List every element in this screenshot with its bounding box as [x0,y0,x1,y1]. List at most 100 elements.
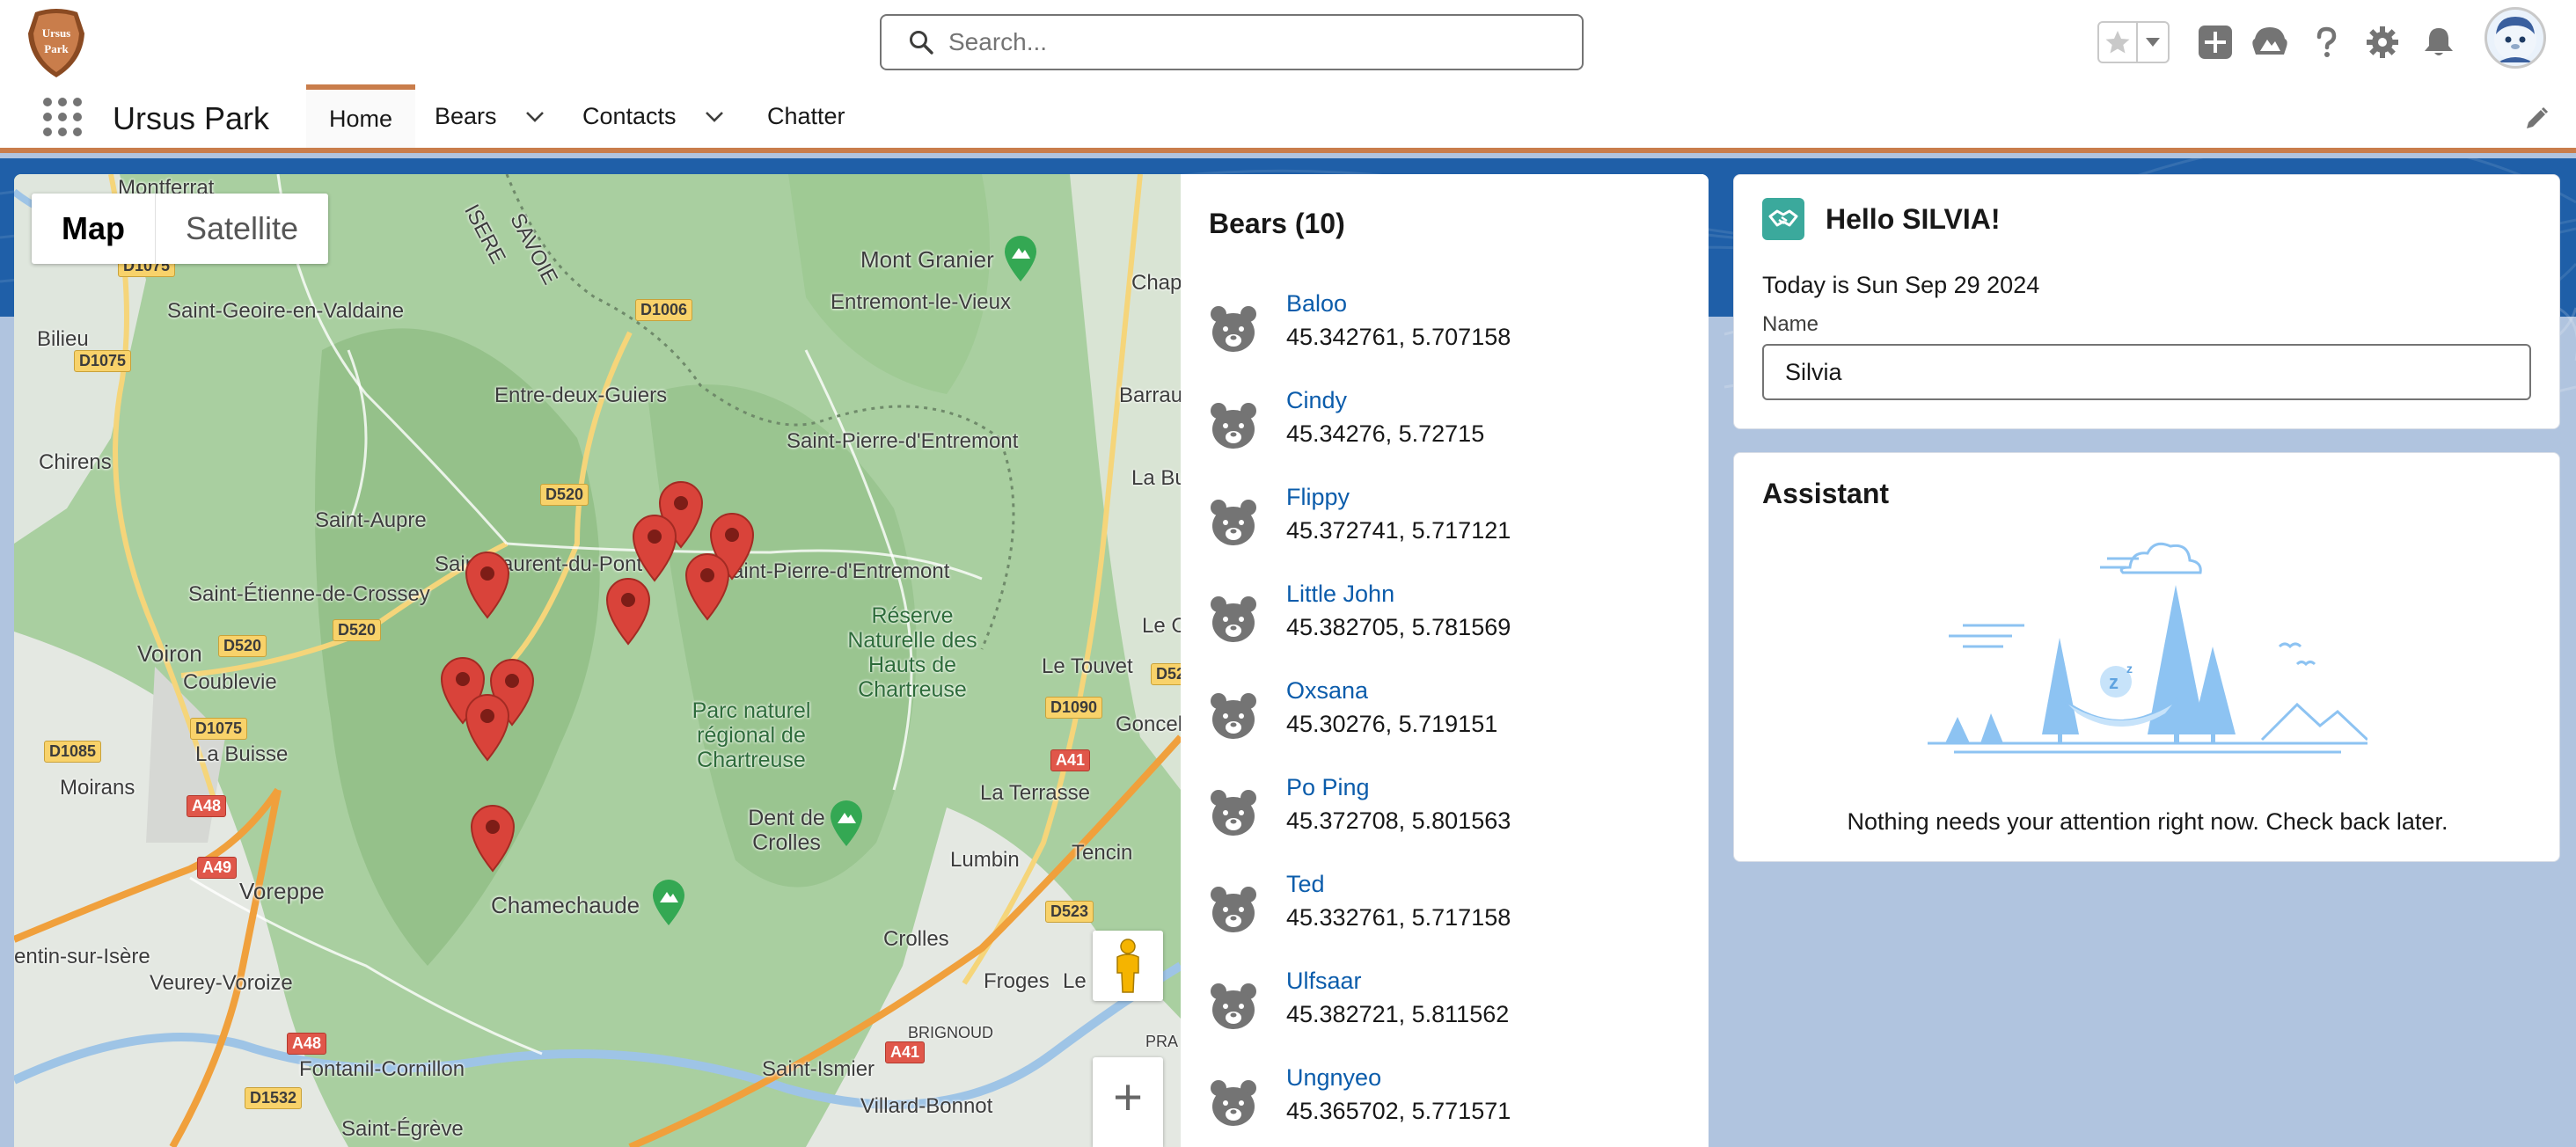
bear-map-marker[interactable] [630,514,679,582]
assistant-empty-message: Nothing needs your attention right now. … [1847,808,2448,835]
pegman-icon [1116,939,1139,993]
nav-tab-label: Bears [435,102,497,129]
map-label-reserve: Réserve Naturelle des Hauts de Chartreus… [847,603,977,702]
bear-icon [1211,1080,1256,1126]
bear-coordinates: 45.382705, 5.781569 [1286,614,1511,640]
map-label: Voiron [137,640,202,667]
bear-name-link[interactable]: Baloo [1286,290,1347,318]
gear-icon [2367,26,2398,58]
notifications-button[interactable] [2418,21,2460,63]
bear-map-marker[interactable] [604,577,653,646]
hello-card-icon [1762,198,1804,240]
bear-list: Bears (10) Baloo 45.342761, 5.707158 Cin… [1181,174,1709,1147]
bear-name-link[interactable]: Flippy [1286,484,1350,511]
bear-list-item: Ted 45.332761, 5.717158 [1181,866,1709,962]
global-search[interactable] [880,14,1584,70]
map-label: Entre-deux-Guiers [494,384,668,407]
bear-icon [1211,596,1256,642]
user-avatar[interactable] [2485,7,2546,69]
search-input[interactable] [948,28,1547,56]
bear-name-link[interactable]: Ulfsaar [1286,968,1362,995]
bear-map-marker[interactable] [468,804,517,873]
map-label-dent: Dent de Crolles [748,806,825,855]
street-view-pegman[interactable] [1093,931,1163,1001]
trailhead-icon [2252,27,2287,55]
road-badge: D1085 [44,741,102,763]
map-label: Crolles [883,927,949,951]
map-label: La Terrasse [980,781,1090,805]
zoom-in-button[interactable]: + [1093,1057,1163,1147]
setup-button[interactable] [2361,21,2404,63]
road-badge: D52 [1151,663,1181,685]
ursus-park-logo[interactable]: Ursus Park [26,7,86,79]
app-launcher-icon[interactable] [42,97,83,137]
bear-list-item: Flippy 45.372741, 5.717121 [1181,479,1709,575]
road-badge: D1075 [74,350,132,372]
handshake-icon [1768,209,1798,227]
favorites-menu-button[interactable] [2138,23,2168,62]
plus-icon [2199,26,2232,59]
map-label: Le Touvet [1042,654,1133,678]
nav-tab-chatter[interactable]: Chatter [767,84,845,148]
map-label: Froges [984,969,1050,993]
star-icon [2105,31,2130,54]
chevron-down-icon[interactable] [523,105,546,128]
bear-name-link[interactable]: Oxsana [1286,677,1368,705]
global-actions-button[interactable] [2194,21,2236,63]
bear-list-title: Bears (10) [1209,208,1345,239]
bear-name-link[interactable]: Little John [1286,581,1394,608]
bear-icon [1211,693,1256,739]
bear-icon [1211,306,1256,352]
bear-coordinates: 45.372708, 5.801563 [1286,807,1511,834]
map-type-satellite-button[interactable]: Satellite [156,194,328,264]
nav-tab-bears[interactable]: Bears [435,84,546,148]
map-type-control: Map Satellite [32,194,329,264]
nav-tab-home[interactable]: Home [306,84,415,148]
bear-map-marker[interactable] [463,693,512,762]
chevron-down-icon[interactable] [703,105,726,128]
favorites-button[interactable] [2099,23,2138,62]
bear-map-marker[interactable] [683,552,732,621]
chevron-down-icon [2146,38,2160,47]
bear-coordinates: 45.30276, 5.719151 [1286,711,1498,737]
app-name: Ursus Park [113,100,270,136]
map-label: Lumbin [950,848,1020,872]
astro-avatar-icon [2494,17,2536,62]
help-button[interactable] [2305,21,2347,63]
map-label: Chirens [39,450,112,474]
bear-name-link[interactable]: Ungnyeo [1286,1064,1381,1092]
bear-name-link[interactable]: Ted [1286,871,1325,898]
map-view[interactable]: Montferrat SAVOIE ISERE Mont Granier Cha… [14,174,1181,1147]
nav-tab-contacts[interactable]: Contacts [582,84,726,148]
road-badge: A41 [1050,749,1091,771]
bear-list-item: Ungnyeo 45.365702, 5.771571 [1181,1059,1709,1147]
bear-name-link[interactable]: Po Ping [1286,774,1370,801]
bear-icon [1211,887,1256,932]
road-badge: A49 [197,857,238,879]
bear-coordinates: 45.342761, 5.707158 [1286,324,1511,350]
road-badge: A41 [885,1041,926,1063]
mountain-poi-icon[interactable] [1001,234,1040,283]
nav-tab-label: Contacts [582,102,677,129]
map-label: Tencin [1072,841,1133,865]
bear-coordinates: 45.34276, 5.72715 [1286,420,1485,447]
mountain-poi-icon[interactable] [649,878,688,927]
bear-name-link[interactable]: Cindy [1286,387,1347,414]
bear-coordinates: 45.382721, 5.811562 [1286,1001,1510,1027]
road-badge: D1090 [1045,697,1103,719]
assistant-title: Assistant [1762,478,1890,509]
road-badge: A48 [187,795,227,817]
hello-title: Hello SILVIA! [1826,203,2001,235]
map-label: Le C [1142,614,1181,638]
bear-map-marker[interactable] [463,551,512,619]
road-badge: D1075 [190,718,248,740]
mountain-poi-icon[interactable] [827,799,866,848]
edit-nav-icon[interactable] [2523,106,2550,132]
name-input[interactable] [1762,344,2531,400]
map-label: PRA [1145,1033,1179,1050]
hello-card: Hello SILVIA! Today is Sun Sep 29 2024 N… [1733,174,2560,429]
map-label: Saint-Ismier [762,1057,875,1081]
map-label: Coublevie [183,670,277,694]
map-type-map-button[interactable]: Map [32,194,156,264]
trailhead-button[interactable] [2249,21,2291,63]
